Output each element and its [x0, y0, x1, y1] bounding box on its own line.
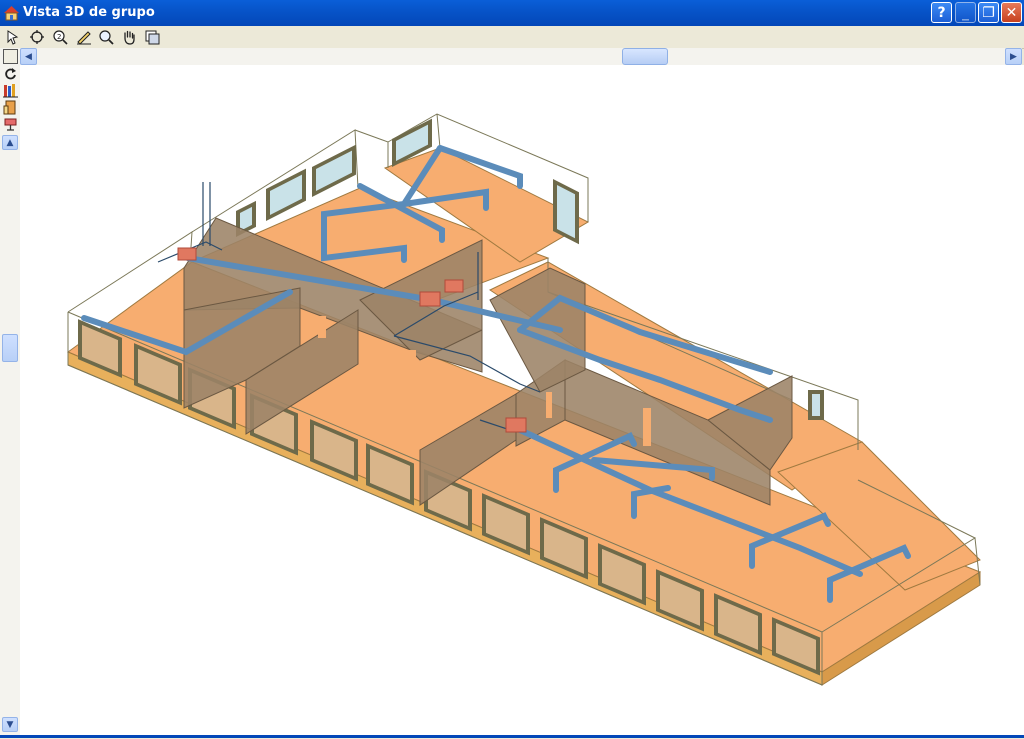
select-tool-icon[interactable]: [4, 28, 22, 46]
vertical-scroll-thumb[interactable]: [2, 334, 18, 362]
bookshelf-icon[interactable]: [3, 83, 18, 98]
left-tool-strip: ▲ ▼: [0, 48, 21, 738]
rotate-icon[interactable]: [3, 66, 18, 81]
scroll-left-icon[interactable]: ◀: [20, 48, 37, 65]
zoom-window-icon[interactable]: 2: [51, 28, 69, 46]
scroll-down-icon[interactable]: ▼: [2, 717, 18, 732]
close-button[interactable]: ✕: [1001, 2, 1022, 23]
help-icon: ?: [937, 4, 946, 21]
minimize-icon: _: [962, 4, 969, 21]
title-bar: Vista 3D de grupo ? _ ❐ ✕: [0, 0, 1024, 26]
scroll-right-icon[interactable]: ▶: [1005, 48, 1022, 65]
door-icon[interactable]: [3, 100, 18, 115]
view-options-icon[interactable]: [143, 28, 161, 46]
draw-icon[interactable]: [75, 28, 93, 46]
toolbar: 2: [0, 26, 1024, 49]
restore-button[interactable]: ❐: [978, 2, 999, 23]
restore-icon: ❐: [982, 4, 995, 21]
close-icon: ✕: [1005, 4, 1018, 21]
horizontal-scrollbar[interactable]: ◀ ▶: [20, 48, 1022, 65]
orbit-zoom-icon[interactable]: [28, 28, 46, 46]
svg-text:2: 2: [57, 33, 61, 41]
scroll-up-icon[interactable]: ▲: [2, 135, 18, 150]
3d-viewport[interactable]: [20, 65, 1024, 735]
pan-hand-icon[interactable]: [120, 28, 138, 46]
building-3d-model[interactable]: [20, 65, 1024, 735]
help-button[interactable]: ?: [931, 2, 952, 23]
window-title: Vista 3D de grupo: [23, 5, 155, 20]
layer-icon[interactable]: [3, 117, 18, 132]
zoom-icon[interactable]: [97, 28, 115, 46]
minimize-button[interactable]: _: [955, 2, 976, 23]
select-box-icon[interactable]: [3, 49, 18, 64]
horizontal-scroll-thumb[interactable]: [622, 48, 668, 65]
app-icon: [4, 6, 19, 21]
